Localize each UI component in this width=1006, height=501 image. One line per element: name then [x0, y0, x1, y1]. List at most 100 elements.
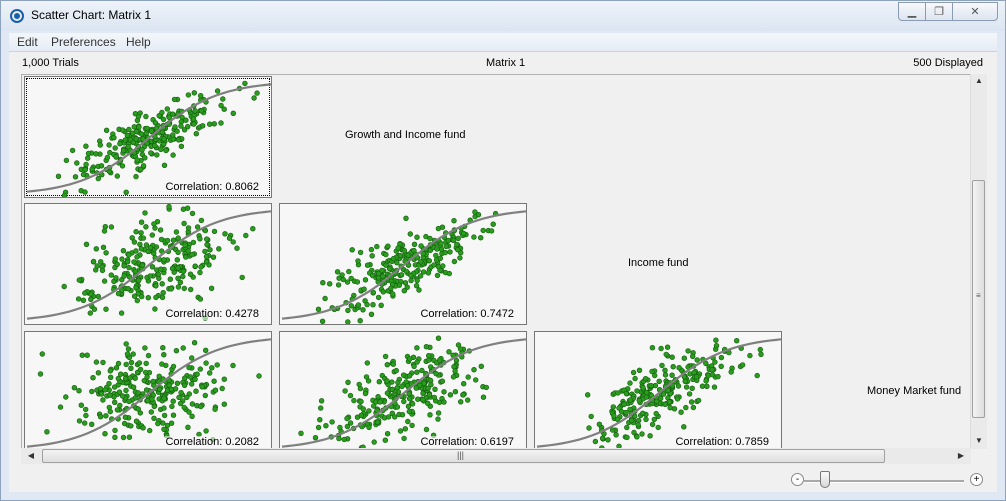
scatter-point	[136, 124, 142, 130]
scatter-point	[189, 381, 195, 387]
scatter-point	[461, 380, 467, 387]
scatter-point	[161, 352, 167, 358]
scatter-point	[403, 215, 409, 221]
scroll-right-arrow[interactable]: ▶	[953, 449, 969, 463]
scroll-up-arrow[interactable]: ▲	[971, 74, 987, 88]
scatter-point	[219, 385, 225, 392]
scatter-point	[192, 376, 198, 382]
scatter-point	[160, 116, 167, 123]
scatter-point	[686, 391, 693, 397]
scatter-point	[649, 368, 655, 375]
scatter-point	[157, 227, 164, 233]
scatter-point	[134, 254, 140, 260]
scatter-point	[340, 276, 346, 283]
close-button[interactable]: ✕	[952, 2, 998, 21]
menu-preferences[interactable]: Preferences	[51, 35, 116, 49]
scatter-point	[204, 236, 210, 242]
zoom-out-button[interactable]: -	[791, 473, 804, 486]
scatter-point	[389, 386, 396, 392]
scatter-cell-2-1[interactable]: Correlation: 0.4278	[24, 203, 272, 325]
scatter-point	[121, 420, 128, 427]
scatter-point	[423, 426, 430, 433]
vertical-scroll-thumb[interactable]: ≡	[972, 180, 985, 418]
scatter-point	[39, 351, 45, 357]
restore-button[interactable]: ❐	[925, 2, 953, 21]
scatter-point	[107, 408, 114, 415]
scatter-point	[131, 124, 138, 130]
zoom-in-button[interactable]: +	[970, 473, 983, 486]
scatter-cell-2-2[interactable]: Correlation: 0.7472	[279, 203, 527, 325]
scatter-point	[76, 387, 82, 394]
scatter-point	[440, 263, 446, 269]
scatter-point	[596, 421, 603, 428]
zoom-slider-thumb[interactable]	[820, 471, 830, 488]
horizontal-scroll-thumb[interactable]: |||	[42, 449, 885, 463]
scatter-point	[85, 150, 92, 157]
scatter-point	[101, 278, 108, 284]
scatter-point	[93, 246, 100, 252]
menu-edit[interactable]: Edit	[17, 35, 38, 49]
scatter-point	[605, 437, 611, 443]
scatter-point	[455, 246, 461, 253]
title-bar[interactable]: Scatter Chart: Matrix 1 ▁ ❐ ✕	[1, 1, 1005, 31]
scatter-point	[621, 401, 627, 408]
scatter-point	[385, 243, 391, 249]
trend-line	[26, 210, 271, 320]
horizontal-scrollbar[interactable]: ◀ ||| ▶	[21, 448, 971, 464]
scatter-point	[636, 367, 643, 373]
scatter-point	[360, 307, 366, 313]
minimize-button[interactable]: ▁	[898, 2, 926, 21]
scatter-point	[388, 285, 394, 292]
scatter-point	[375, 270, 382, 277]
scatter-point	[382, 437, 389, 443]
scatter-point	[345, 307, 351, 314]
scatter-point	[160, 289, 166, 296]
scatter-point	[390, 361, 397, 367]
scatter-point	[298, 430, 304, 437]
scatter-point	[471, 234, 477, 240]
scatter-cell-3-2[interactable]: Correlation: 0.6197	[279, 331, 527, 448]
scatter-cell-3-1[interactable]: Correlation: 0.2082	[24, 331, 272, 448]
scatter-point	[170, 363, 177, 370]
scatter-point	[370, 301, 376, 308]
scatter-point	[362, 277, 369, 283]
scatter-point	[145, 352, 152, 359]
scatter-point	[405, 418, 411, 425]
scatter-point	[336, 435, 342, 442]
vertical-scrollbar[interactable]: ▲ ≡ ▼	[970, 74, 987, 449]
scatter-point	[635, 421, 641, 428]
scatter-point	[427, 412, 433, 418]
menu-help[interactable]: Help	[126, 35, 151, 49]
scatter-point	[133, 136, 139, 142]
correlation-label: Correlation: 0.7472	[420, 308, 514, 320]
scatter-point	[348, 303, 355, 309]
scatter-point	[326, 281, 333, 287]
scatter-point	[161, 136, 167, 142]
scatter-point	[180, 345, 186, 351]
scatter-point	[148, 409, 155, 415]
scatter-point	[402, 426, 409, 432]
scatter-cell-1-1[interactable]: Correlation: 0.8062	[24, 76, 272, 198]
scatter-point	[329, 419, 335, 425]
scatter-point	[451, 218, 457, 224]
scatter-point	[189, 251, 195, 258]
scatter-point	[113, 154, 119, 160]
scatter-point	[447, 249, 453, 255]
scatter-point	[100, 359, 106, 366]
scatter-point	[435, 335, 442, 341]
scatter-point	[490, 221, 496, 227]
scatter-point	[452, 388, 459, 395]
scatter-point	[139, 146, 145, 153]
scatter-point	[441, 389, 447, 395]
scatter-point	[181, 382, 188, 388]
scatter-point	[405, 252, 411, 258]
scatter-point	[133, 418, 140, 424]
scatter-point	[122, 414, 129, 420]
scatter-point	[181, 220, 187, 227]
scroll-left-arrow[interactable]: ◀	[23, 449, 39, 463]
scatter-point	[643, 416, 649, 423]
scatter-cell-3-3[interactable]: Correlation: 0.7859	[534, 331, 782, 448]
scroll-down-arrow[interactable]: ▼	[971, 434, 987, 448]
scatter-point	[44, 429, 50, 435]
scatter-point	[189, 210, 196, 217]
